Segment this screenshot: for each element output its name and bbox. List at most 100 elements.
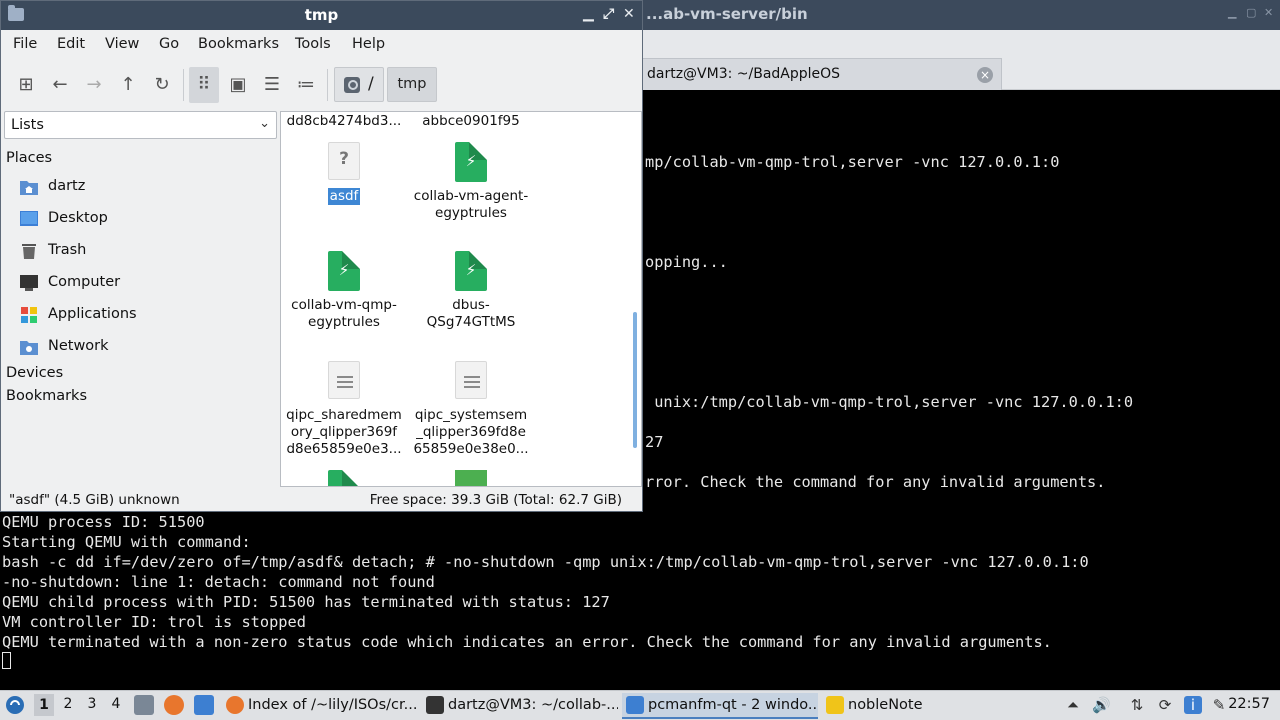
file-manager-icon[interactable] (194, 695, 214, 715)
workspace-4[interactable]: 4 (106, 696, 126, 712)
workspace-2[interactable]: 2 (58, 696, 78, 712)
menu-view[interactable]: View (105, 36, 139, 52)
task-firefox[interactable]: Index of /~lily/ISOs/cr... (222, 693, 416, 719)
close-icon[interactable]: ✕ (1264, 7, 1274, 18)
tray-expand-icon[interactable]: ⏶ (1064, 696, 1082, 714)
minimize-icon[interactable]: ▁ (1228, 7, 1238, 18)
sidebar-item-desktop[interactable]: Desktop (19, 208, 269, 232)
file-name: egyptrules (308, 314, 380, 330)
side-pane-mode-select[interactable]: Lists ⌄ (4, 111, 277, 139)
start-menu-icon[interactable] (5, 695, 25, 715)
file-name: qipc_systemsem (414, 407, 528, 423)
terminal-tab[interactable]: dartz@VM3: ~/BadAppleOS × (642, 58, 1002, 90)
trash-icon (22, 244, 36, 259)
task-label: Index of /~lily/ISOs/cr... (248, 697, 416, 713)
places-header[interactable]: Places (6, 150, 52, 166)
sidebar-item-applications[interactable]: Applications (19, 304, 269, 328)
breadcrumb-root-label: / (368, 74, 374, 94)
back-icon[interactable]: ← (45, 67, 75, 103)
maximize-icon[interactable]: ▢ (1246, 7, 1256, 18)
filesystem-root-icon (344, 77, 360, 93)
terminal-icon (426, 696, 444, 714)
volume-icon[interactable]: 🔊 (1092, 696, 1111, 714)
archive-file-icon[interactable] (455, 470, 487, 486)
workspace-3[interactable]: 3 (82, 696, 102, 712)
folder-icon (626, 696, 644, 714)
terminal-line: mp/collab-vm-qmp-trol,server -vnc 127.0.… (645, 153, 1060, 171)
file-item[interactable]: abbce0901f95 (408, 113, 534, 130)
menu-go[interactable]: Go (159, 36, 179, 52)
vertical-scrollbar[interactable] (633, 312, 637, 448)
socket-file-icon[interactable] (328, 470, 360, 486)
clipboard-icon[interactable]: i (1184, 696, 1202, 714)
terminal-line: opping... (645, 253, 728, 271)
sidebar-item-label: Trash (48, 242, 87, 258)
terminal-line: VM controller ID: trol is stopped (2, 613, 306, 631)
thumbnail-view-icon[interactable]: ▣ (223, 67, 253, 103)
selection-status: "asdf" (4.5 GiB) unknown (9, 492, 180, 508)
terminal-line: QEMU child process with PID: 51500 has t… (2, 593, 610, 611)
notes-icon (826, 696, 844, 714)
menu-edit[interactable]: Edit (57, 36, 85, 52)
sidebar-item-trash[interactable]: Trash (19, 240, 269, 264)
socket-file-icon: ⚡ (328, 251, 360, 291)
detailed-view-icon[interactable]: ≔ (291, 67, 321, 103)
terminal-line: rror. Check the command for any invalid … (645, 473, 1106, 491)
workspace-1[interactable]: 1 (34, 694, 54, 716)
breadcrumb-tmp[interactable]: tmp (387, 67, 437, 102)
close-icon[interactable]: ✕ (623, 6, 635, 22)
file-item-collab-vm-agent[interactable]: ⚡ collab-vm-agent-egyptrules (408, 142, 534, 222)
menu-help[interactable]: Help (352, 36, 385, 52)
file-item-collab-vm-qmp[interactable]: ⚡ collab-vm-qmp-egyptrules (281, 251, 407, 331)
file-manager-titlebar[interactable]: tmp ▁ ⤢ ✕ (1, 1, 642, 30)
file-view[interactable]: dd8cb4274bd3... abbce0901f95 ? asdf ⚡ co… (280, 111, 642, 487)
task-pcmanfm[interactable]: pcmanfm-qt - 2 windo... (622, 693, 818, 719)
update-icon[interactable]: ⟳ (1156, 696, 1174, 714)
sidebar-item-label: Applications (48, 306, 137, 322)
bookmarks-header[interactable]: Bookmarks (6, 388, 87, 404)
socket-file-icon: ⚡ (455, 251, 487, 291)
toolbar-separator (183, 69, 184, 101)
sidebar-item-label: Desktop (48, 210, 108, 226)
up-icon[interactable]: ↑ (113, 67, 143, 103)
maximize-icon[interactable]: ⤢ (603, 6, 614, 22)
task-terminal[interactable]: dartz@VM3: ~/collab-... (422, 693, 618, 719)
firefox-icon[interactable] (164, 695, 184, 715)
reload-icon[interactable]: ↻ (147, 67, 177, 103)
clock[interactable]: 22:57 (1228, 696, 1270, 712)
sidebar-item-computer[interactable]: Computer (19, 272, 269, 296)
sidebar-item-label: dartz (48, 178, 86, 194)
forward-icon[interactable]: → (79, 67, 109, 103)
show-desktop-icon[interactable] (134, 695, 154, 715)
notes-tray-icon[interactable]: ✎ (1210, 696, 1228, 714)
tab-close-icon[interactable]: × (977, 67, 993, 83)
sidebar-item-label: Network (48, 338, 109, 354)
taskbar: 1 2 3 4 Index of /~lily/ISOs/cr... dartz… (0, 690, 1280, 720)
applications-icon (21, 307, 37, 323)
breadcrumb-root[interactable]: / (334, 67, 384, 102)
file-item[interactable]: dd8cb4274bd3... (281, 113, 407, 130)
free-space-status: Free space: 39.3 GiB (Total: 62.7 GiB) (369, 492, 622, 508)
file-item-asdf[interactable]: ? asdf (281, 142, 407, 212)
task-label: dartz@VM3: ~/collab-... (448, 697, 618, 713)
sidebar-item-dartz[interactable]: dartz (19, 176, 269, 200)
devices-header[interactable]: Devices (6, 365, 63, 381)
menu-file[interactable]: File (13, 36, 37, 52)
file-item-qipc-sharedmemory[interactable]: qipc_sharedmem ory_qlipper369f d8e65859e0e… (281, 361, 407, 461)
file-name: QSg74GTtMS (426, 314, 516, 330)
menu-bookmarks[interactable]: Bookmarks (198, 36, 279, 52)
file-name: collab-vm-agent- (413, 188, 529, 204)
text-file-icon (328, 361, 360, 399)
minimize-icon[interactable]: ▁ (583, 6, 594, 22)
task-noblenote[interactable]: nobleNote (822, 693, 942, 719)
new-tab-icon[interactable]: ⊞ (11, 67, 41, 103)
icon-view-icon[interactable]: ⠿ (189, 67, 219, 103)
compact-view-icon[interactable]: ☰ (257, 67, 287, 103)
menu-tools[interactable]: Tools (295, 36, 331, 52)
file-name: ory_qlipper369f (290, 424, 398, 440)
sidebar-item-network[interactable]: Network (19, 336, 269, 360)
file-item-qipc-systemsem[interactable]: qipc_systemsem _qlipper369fd8e 65859e0e38e… (408, 361, 534, 461)
network-tray-icon[interactable]: ⇅ (1128, 696, 1146, 714)
file-item-dbus[interactable]: ⚡ dbus- QSg74GTtMS (408, 251, 534, 331)
terminal-titlebar[interactable]: ...ab-vm-server/bin ▁ ▢ ✕ (642, 0, 1280, 30)
